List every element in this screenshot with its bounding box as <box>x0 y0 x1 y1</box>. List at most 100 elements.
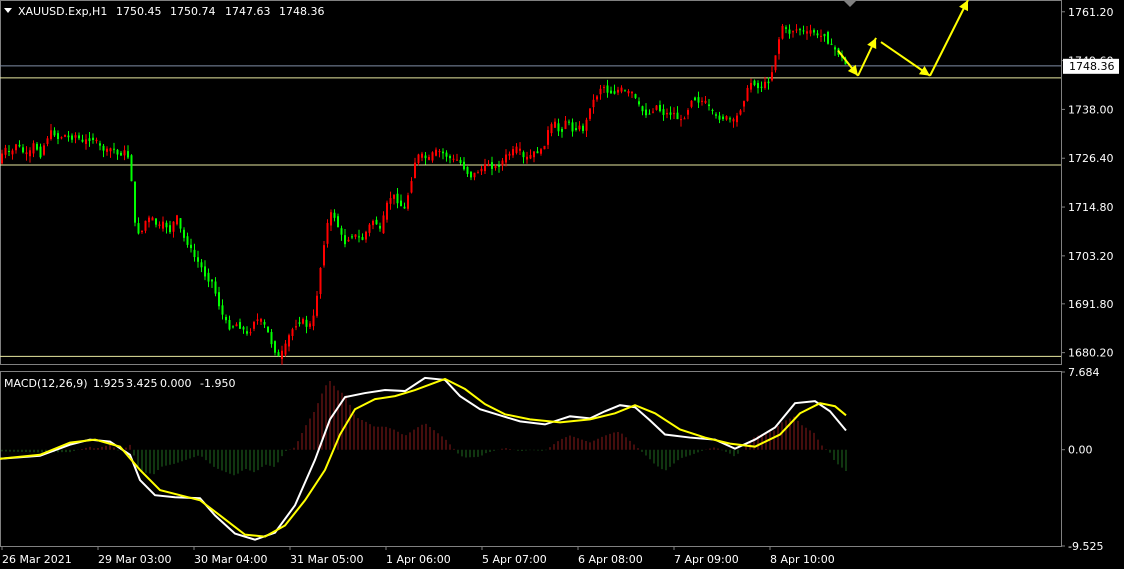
candle-bearish <box>816 33 819 36</box>
macd-value-main: 1.925 <box>93 377 125 390</box>
candle-bearish <box>610 90 612 94</box>
candle-bearish <box>830 43 833 45</box>
candle-bullish <box>543 145 546 150</box>
ohlc-close: 1748.36 <box>279 5 325 18</box>
candle-bullish <box>11 150 14 155</box>
candle-bearish <box>708 104 710 106</box>
candle-bearish <box>753 80 756 86</box>
candle-bullish <box>95 139 98 142</box>
candle-bullish <box>109 148 112 152</box>
current-price-tag: 1748.36 <box>1063 58 1119 74</box>
candle-bearish <box>757 83 759 89</box>
candle-bullish <box>288 335 290 347</box>
candle-bullish <box>410 181 413 193</box>
candle-bullish <box>505 154 507 163</box>
candle-bullish <box>550 124 553 134</box>
candle-bearish <box>165 222 168 228</box>
candle-bullish <box>736 115 738 123</box>
candle-bearish <box>638 101 640 105</box>
candle-bearish <box>442 151 444 154</box>
candle-bullish <box>473 172 476 178</box>
candle-bullish <box>795 29 798 31</box>
candle-bearish <box>200 262 203 268</box>
candle-bullish <box>323 245 325 266</box>
candle-bearish <box>662 109 665 115</box>
candle-bearish <box>676 112 679 120</box>
candle-bullish <box>484 164 486 172</box>
candle-bearish <box>568 121 570 123</box>
candle-bearish <box>204 266 206 277</box>
candle-bullish <box>74 135 77 138</box>
candle-bearish <box>358 236 360 238</box>
candle-bullish <box>592 99 595 108</box>
candle-bearish <box>22 147 24 153</box>
candle-bearish <box>8 150 10 152</box>
candle-bullish <box>417 154 420 164</box>
candle-bullish <box>743 101 745 107</box>
candle-bullish <box>46 138 49 144</box>
candle-bullish <box>347 239 350 242</box>
candle-bullish <box>547 130 549 145</box>
candle-bullish <box>176 215 178 225</box>
candle-bearish <box>491 162 493 169</box>
candle-bearish <box>424 155 427 159</box>
candle-bearish <box>613 91 616 94</box>
time-tick-label: 6 Apr 08:00 <box>578 553 643 566</box>
candle-bullish <box>144 220 147 231</box>
candle-bearish <box>641 106 644 112</box>
candle-bearish <box>470 171 472 178</box>
candle-bullish <box>253 322 255 329</box>
candle-bullish <box>372 220 374 226</box>
price-tick-label: 1761.20 <box>1068 6 1114 19</box>
candle-bullish <box>29 150 31 157</box>
candle-bearish <box>239 322 241 329</box>
candle-bearish <box>813 30 815 33</box>
candle-bearish <box>788 29 791 34</box>
candle-bearish <box>225 316 227 321</box>
candle-bearish <box>799 29 801 31</box>
candle-bullish <box>414 162 416 179</box>
candle-bullish <box>533 151 535 158</box>
candle-bullish <box>25 152 28 155</box>
candle-bullish <box>620 87 623 92</box>
candle-bearish <box>375 219 378 225</box>
candle-bullish <box>428 156 430 160</box>
macd-pane: 7.684 0.00 -9.525 MACD(12,26,9) 1.925 3.42… <box>0 366 1103 553</box>
candle-bearish <box>18 144 21 147</box>
price-tick-label: 1703.20 <box>1068 250 1114 263</box>
candle-bearish <box>463 161 465 170</box>
candle-bearish <box>263 322 266 325</box>
candle-bearish <box>445 152 448 157</box>
candle-bearish <box>92 137 94 141</box>
candle-bullish <box>365 231 367 240</box>
candle-bearish <box>270 332 273 345</box>
candle-bearish <box>221 305 224 315</box>
candle-bearish <box>459 159 462 164</box>
candle-bullish <box>368 224 371 233</box>
candle-bullish <box>732 119 735 122</box>
macd-value-histogram: -1.950 <box>200 377 235 390</box>
candle-bearish <box>228 319 231 330</box>
candle-bullish <box>617 89 619 93</box>
candle-bearish <box>582 125 584 131</box>
candle-bearish <box>337 216 339 228</box>
candle-bullish <box>295 326 297 328</box>
candle-bearish <box>39 146 42 158</box>
candle-bullish <box>151 217 154 221</box>
candle-bearish <box>190 244 192 249</box>
candle-bearish <box>218 292 220 307</box>
candle-bullish <box>687 110 689 115</box>
time-tick-label: 30 Mar 04:00 <box>194 553 267 566</box>
candle-bullish <box>123 150 126 156</box>
candle-bullish <box>764 81 766 88</box>
candle-bullish <box>162 221 164 229</box>
candle-bearish <box>557 123 560 132</box>
candle-bearish <box>120 152 122 156</box>
candle-bullish <box>141 230 143 232</box>
candle-bearish <box>645 109 647 116</box>
candle-bearish <box>113 148 115 150</box>
candle-bearish <box>648 113 651 115</box>
candle-bullish <box>386 202 388 220</box>
candle-bullish <box>421 153 423 158</box>
candle-bullish <box>438 151 441 153</box>
